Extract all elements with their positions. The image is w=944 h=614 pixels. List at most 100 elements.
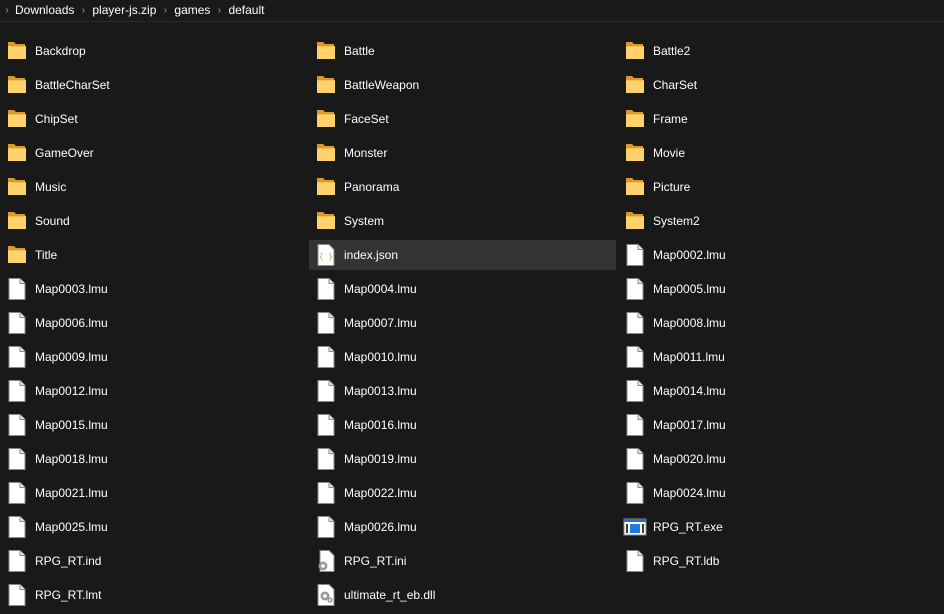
folder-item[interactable]: System	[309, 206, 616, 236]
folder-name: GameOver	[35, 146, 94, 160]
file-name: RPG_RT.lmt	[35, 588, 102, 602]
breadcrumb-item-downloads[interactable]: Downloads	[14, 0, 75, 21]
file-item[interactable]: ultimate_rt_eb.dll	[309, 580, 616, 610]
breadcrumb-item-player-js-zip[interactable]: player-js.zip	[91, 0, 157, 21]
file-item[interactable]: RPG_RT.exe	[618, 512, 925, 542]
chevron-right-icon[interactable]: ›	[157, 5, 173, 16]
file-list: Backdrop Battle Battle2 BattleCharSet Battle…	[0, 34, 944, 612]
file-item[interactable]: Map0003.lmu	[0, 274, 307, 304]
chevron-right-icon[interactable]: ›	[0, 5, 14, 16]
file-name: Map0018.lmu	[35, 452, 108, 466]
file-name: Map0005.lmu	[653, 282, 726, 296]
folder-name: Backdrop	[35, 44, 86, 58]
folder-icon	[316, 40, 336, 62]
file-name: Map0010.lmu	[344, 350, 417, 364]
file-name: Map0019.lmu	[344, 452, 417, 466]
folder-name: Title	[35, 248, 58, 262]
folder-name: ChipSet	[35, 112, 78, 126]
folder-item[interactable]: Backdrop	[0, 36, 307, 66]
file-item[interactable]: RPG_RT.ini	[309, 546, 616, 576]
file-item[interactable]: RPG_RT.lmt	[0, 580, 307, 610]
file-item[interactable]: Map0013.lmu	[309, 376, 616, 406]
file-name: Map0014.lmu	[653, 384, 726, 398]
folder-item[interactable]: Sound	[0, 206, 307, 236]
file-item[interactable]: Map0016.lmu	[309, 410, 616, 440]
file-icon	[316, 346, 336, 368]
file-item[interactable]: Map0010.lmu	[309, 342, 616, 372]
folder-item[interactable]: FaceSet	[309, 104, 616, 134]
file-item[interactable]: RPG_RT.ind	[0, 546, 307, 576]
file-icon	[625, 346, 645, 368]
file-item[interactable]: Map0002.lmu	[618, 240, 925, 270]
file-icon	[316, 448, 336, 470]
file-item[interactable]: Map0017.lmu	[618, 410, 925, 440]
file-item[interactable]: Map0025.lmu	[0, 512, 307, 542]
file-icon	[625, 244, 645, 266]
file-item[interactable]: Map0026.lmu	[309, 512, 616, 542]
folder-item[interactable]: Battle	[309, 36, 616, 66]
folder-item[interactable]: CharSet	[618, 70, 925, 100]
folder-icon	[7, 176, 27, 198]
file-item[interactable]: Map0011.lmu	[618, 342, 925, 372]
folder-name: Picture	[653, 180, 691, 194]
folder-item[interactable]: Panorama	[309, 172, 616, 202]
folder-item[interactable]: Frame	[618, 104, 925, 134]
file-item[interactable]: Map0014.lmu	[618, 376, 925, 406]
file-item[interactable]: Map0004.lmu	[309, 274, 616, 304]
file-item[interactable]: RPG_RT.ldb	[618, 546, 925, 576]
folder-name: Battle2	[653, 44, 691, 58]
file-icon	[7, 278, 27, 300]
folder-icon	[625, 40, 645, 62]
file-item[interactable]: Map0015.lmu	[0, 410, 307, 440]
folder-icon	[7, 244, 27, 266]
file-icon	[316, 278, 336, 300]
chevron-right-icon[interactable]: ›	[75, 5, 91, 16]
file-item[interactable]: Map0008.lmu	[618, 308, 925, 338]
folder-item[interactable]: Movie	[618, 138, 925, 168]
file-item[interactable]: Map0018.lmu	[0, 444, 307, 474]
folder-item[interactable]: ChipSet	[0, 104, 307, 134]
folder-item[interactable]: Monster	[309, 138, 616, 168]
file-item[interactable]: Map0020.lmu	[618, 444, 925, 474]
file-item[interactable]: Map0005.lmu	[618, 274, 925, 304]
exe-file-icon	[623, 516, 647, 538]
breadcrumb-item-default[interactable]: default	[227, 0, 265, 21]
folder-icon	[316, 210, 336, 232]
file-item[interactable]: Map0021.lmu	[0, 478, 307, 508]
folder-item[interactable]: System2	[618, 206, 925, 236]
folder-icon	[7, 142, 27, 164]
file-name: Map0020.lmu	[653, 452, 726, 466]
file-icon	[316, 482, 336, 504]
file-icon	[7, 482, 27, 504]
json-file-icon: { }	[316, 244, 336, 266]
file-name: Map0024.lmu	[653, 486, 726, 500]
file-item[interactable]: { } index.json	[309, 240, 616, 270]
file-name: index.json	[344, 248, 399, 262]
folder-item[interactable]: Music	[0, 172, 307, 202]
file-item[interactable]: Map0024.lmu	[618, 478, 925, 508]
breadcrumb-item-games[interactable]: games	[173, 0, 211, 21]
folder-item[interactable]: GameOver	[0, 138, 307, 168]
file-icon	[7, 516, 27, 538]
file-icon	[7, 380, 27, 402]
folder-item[interactable]: Title	[0, 240, 307, 270]
file-item[interactable]: Map0007.lmu	[309, 308, 616, 338]
folder-name: System2	[653, 214, 700, 228]
file-item[interactable]: Map0012.lmu	[0, 376, 307, 406]
chevron-right-icon[interactable]: ›	[211, 5, 227, 16]
file-item[interactable]: Map0009.lmu	[0, 342, 307, 372]
folder-item[interactable]: Picture	[618, 172, 925, 202]
folder-icon	[7, 74, 27, 96]
file-icon	[7, 312, 27, 334]
folder-item[interactable]: BattleCharSet	[0, 70, 307, 100]
file-icon	[7, 414, 27, 436]
folder-item[interactable]: BattleWeapon	[309, 70, 616, 100]
file-name: Map0007.lmu	[344, 316, 417, 330]
file-item[interactable]: Map0019.lmu	[309, 444, 616, 474]
file-icon	[316, 312, 336, 334]
folder-item[interactable]: Battle2	[618, 36, 925, 66]
folder-icon	[625, 74, 645, 96]
file-name: Map0004.lmu	[344, 282, 417, 296]
file-item[interactable]: Map0006.lmu	[0, 308, 307, 338]
file-item[interactable]: Map0022.lmu	[309, 478, 616, 508]
